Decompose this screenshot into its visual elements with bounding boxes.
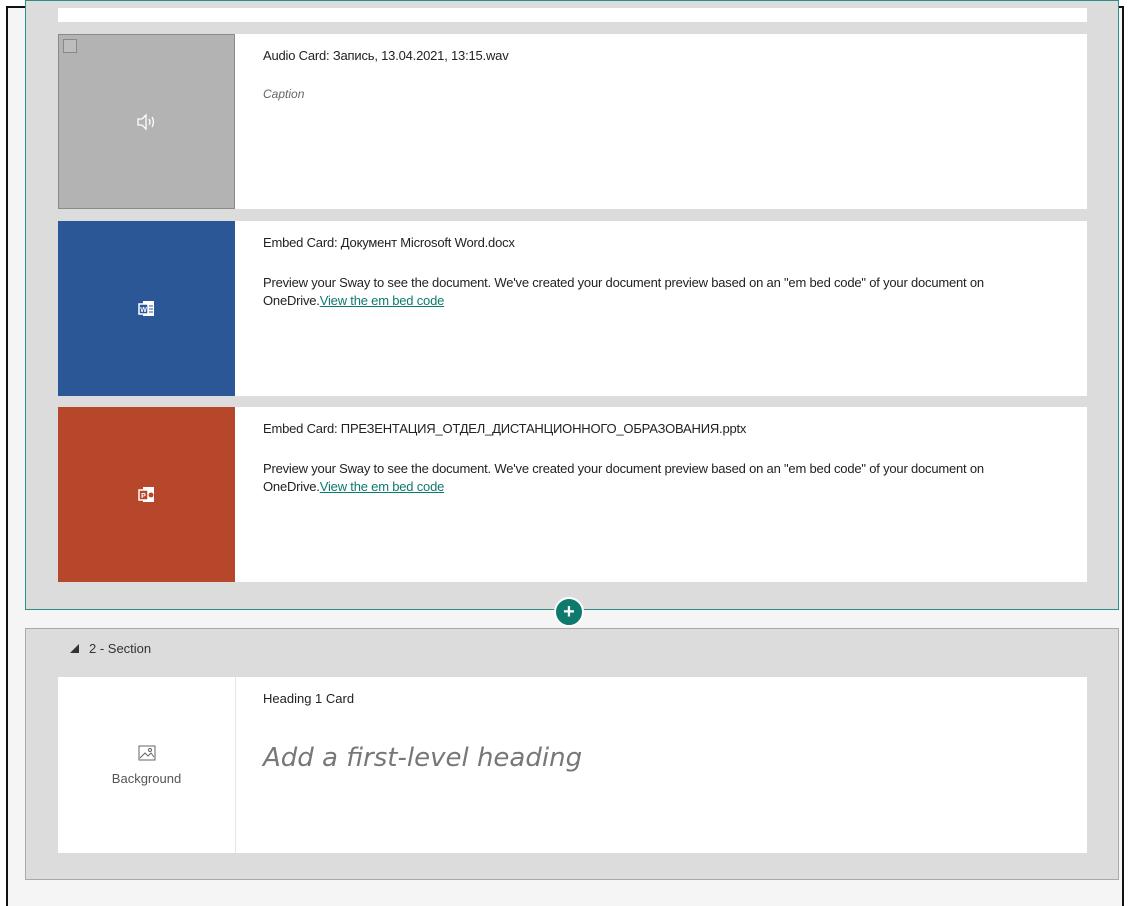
svg-text:P: P xyxy=(141,493,146,500)
card-select-checkbox[interactable] xyxy=(63,39,77,53)
embed-word-card[interactable]: W Embed Card: Документ Microsoft Word.do… xyxy=(58,221,1087,396)
word-card-title: Embed Card: Документ Microsoft Word.docx xyxy=(263,235,515,250)
previous-card-edge xyxy=(58,8,1087,22)
powerpoint-icon: P xyxy=(137,486,154,502)
background-tile[interactable]: Background xyxy=(58,677,236,853)
view-embed-code-link[interactable]: View the em bed code xyxy=(320,479,445,494)
section-2-label: 2 - Section xyxy=(89,641,152,656)
audio-thumbnail[interactable] xyxy=(58,34,235,209)
image-icon xyxy=(138,745,155,760)
audio-caption-field[interactable]: Caption xyxy=(263,87,1057,101)
heading-1-card[interactable]: Background Heading 1 Card Add a first-le… xyxy=(58,677,1087,853)
embed-ppt-card[interactable]: P Embed Card: ПРЕЗЕНТАЦИЯ_ОТДЕЛ_ДИСТАНЦИ… xyxy=(58,407,1087,582)
background-label: Background xyxy=(111,770,182,786)
word-card-description: Preview your Sway to see the document. W… xyxy=(263,274,1057,310)
plus-icon: + xyxy=(563,600,575,623)
view-embed-code-link[interactable]: View the em bed code xyxy=(320,293,445,308)
collapse-triangle-icon[interactable] xyxy=(70,644,79,653)
svg-text:W: W xyxy=(140,307,147,314)
add-content-button[interactable]: + xyxy=(554,597,584,627)
ppt-card-description: Preview your Sway to see the document. W… xyxy=(263,460,1057,496)
ppt-card-title: Embed Card: ПРЕЗЕНТАЦИЯ_ОТДЕЛ_ДИСТАНЦИОН… xyxy=(263,421,747,436)
heading-card-title: Heading 1 Card xyxy=(263,691,355,706)
section-2-header[interactable]: 2 - Section xyxy=(70,641,151,656)
ppt-thumbnail[interactable]: P xyxy=(58,407,235,582)
heading-input-placeholder[interactable]: Add a first-level heading xyxy=(263,743,582,773)
audio-card-title: Audio Card: Запись, 13.04.2021, 13:15.wa… xyxy=(263,48,509,63)
speaker-icon xyxy=(136,112,154,131)
word-thumbnail[interactable]: W xyxy=(58,221,235,396)
word-icon: W xyxy=(137,300,154,316)
audio-card[interactable]: Audio Card: Запись, 13.04.2021, 13:15.wa… xyxy=(58,34,1087,209)
